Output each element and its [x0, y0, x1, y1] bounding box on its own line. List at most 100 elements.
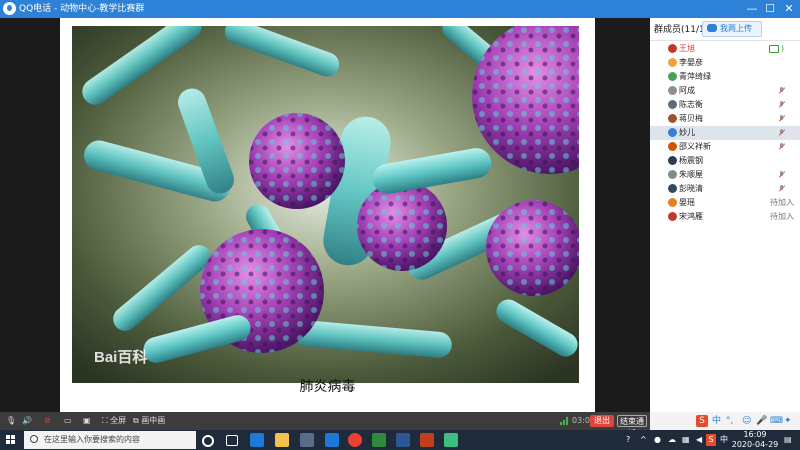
- window-titlebar: QQ电话 - 动物中心-教学比赛群 — ☐ ✕: [0, 0, 800, 18]
- chrome-icon[interactable]: [348, 433, 362, 447]
- ime-mode[interactable]: 中: [712, 415, 721, 427]
- avatar: [668, 114, 677, 123]
- camera-icon: [707, 24, 717, 32]
- member-row[interactable]: 陈志衡: [650, 98, 800, 112]
- tray-app-icon[interactable]: ●: [654, 433, 661, 447]
- ime-voice-icon[interactable]: 🎤: [756, 415, 767, 427]
- member-name: 蒋贝梅: [679, 114, 703, 123]
- taskbar-ime-lang[interactable]: 中: [720, 433, 728, 447]
- close-button[interactable]: ✕: [781, 1, 797, 17]
- exit-button[interactable]: 退出: [590, 415, 614, 427]
- store-icon[interactable]: [300, 433, 314, 447]
- taskbar-clock[interactable]: 16:09 2020-04-29: [730, 430, 780, 450]
- member-name: 妙儿: [679, 128, 695, 137]
- notification-chevron-icon[interactable]: ^: [640, 433, 647, 447]
- signal-icon: [560, 417, 570, 425]
- edge-icon[interactable]: [250, 433, 264, 447]
- ime-emoji[interactable]: ☺: [742, 415, 751, 427]
- ime-toolbar: S 中 °, ☺ 🎤 ⌨ ✦: [650, 412, 800, 430]
- avatar: [668, 58, 677, 67]
- member-row[interactable]: 晏瑶 待加入: [650, 196, 800, 210]
- member-row[interactable]: 邵义祥新: [650, 140, 800, 154]
- pip-label: 画中画: [141, 416, 166, 425]
- taskbar-search-placeholder: 在这里输入你要搜索的内容: [44, 435, 140, 444]
- qq-app-icon[interactable]: [444, 433, 458, 447]
- member-row[interactable]: 王旭): [650, 42, 800, 56]
- excel-icon[interactable]: [372, 433, 386, 447]
- powerpoint-icon[interactable]: [420, 433, 434, 447]
- member-name: 晏瑶: [679, 198, 695, 207]
- video-on-icon: [769, 45, 779, 53]
- taskbar-search-box[interactable]: 在这里输入你要搜索的内容: [24, 431, 196, 449]
- member-row[interactable]: 朱顺屋: [650, 168, 800, 182]
- cloud-icon[interactable]: ☁: [668, 433, 676, 447]
- member-row[interactable]: 李晏彦: [650, 56, 800, 70]
- member-sidebar: 群成员(11/16) 我两上传 王旭) 李晏彦 青萍绮绿阿成陈志衡蒋贝梅妙儿邵义祥新…: [650, 18, 800, 412]
- clock-time: 16:09: [743, 430, 767, 439]
- pip-button[interactable]: ⧉ 画中画: [133, 415, 165, 427]
- member-name: 杨震钢: [679, 156, 703, 165]
- present-icon[interactable]: ▣: [83, 415, 91, 427]
- mic-muted-icon: [778, 143, 785, 151]
- member-name: 陈志衡: [679, 100, 703, 109]
- avatar: [668, 142, 677, 151]
- file-explorer-icon[interactable]: [275, 433, 289, 447]
- network-icon[interactable]: ▦: [682, 433, 690, 447]
- camera-off-icon[interactable]: ⊘: [44, 415, 51, 427]
- fullscreen-button[interactable]: ⛶ 全屏: [102, 415, 126, 427]
- notifications-icon[interactable]: ▤: [784, 433, 792, 447]
- member-row[interactable]: 阿成: [650, 84, 800, 98]
- member-row[interactable]: 宋鸿雁 待加入: [650, 210, 800, 224]
- cortana-icon[interactable]: [202, 435, 214, 447]
- avatar: [668, 212, 677, 221]
- mic-muted-icon: [778, 115, 785, 123]
- slide-caption: 肺炎病毒: [299, 379, 356, 395]
- maximize-button[interactable]: ☐: [762, 1, 778, 17]
- avatar: [668, 156, 677, 165]
- windows-taskbar: 在这里输入你要搜索的内容 ? ^ ● ☁ ▦ ◀ S 中 16:09 2020-…: [0, 430, 800, 450]
- ime-skin-icon[interactable]: ✦: [784, 415, 792, 427]
- word-icon[interactable]: [396, 433, 410, 447]
- member-row[interactable]: 彭晓清: [650, 182, 800, 196]
- mic-muted-icon: [778, 185, 785, 193]
- minimize-button[interactable]: —: [744, 1, 760, 17]
- volume-icon[interactable]: ◀: [696, 433, 702, 447]
- member-row[interactable]: 妙儿: [650, 126, 800, 140]
- mic-muted-icon: [778, 101, 785, 109]
- speaker-icon[interactable]: 🔊: [22, 415, 32, 427]
- member-status: 待加入: [770, 198, 794, 207]
- ie-icon[interactable]: [325, 433, 339, 447]
- microphone-icon[interactable]: 🎙: [6, 415, 16, 427]
- end-call-button[interactable]: 结束通话: [617, 415, 647, 438]
- upload-button[interactable]: 我两上传: [702, 21, 762, 37]
- sogou-tray-icon[interactable]: S: [706, 434, 716, 446]
- fullscreen-label: 全屏: [110, 416, 127, 425]
- avatar: [668, 100, 677, 109]
- screen-share-icon[interactable]: ▭: [64, 415, 72, 427]
- member-row[interactable]: 青萍绮绿: [650, 70, 800, 84]
- speaking-icon: ): [781, 44, 785, 53]
- member-status: 待加入: [770, 212, 794, 221]
- sogou-ime-icon[interactable]: S: [696, 415, 708, 427]
- search-icon: [30, 435, 38, 443]
- qq-call-icon: [3, 2, 16, 15]
- ime-keyboard-icon[interactable]: ⌨: [770, 415, 783, 427]
- ime-punctuation[interactable]: °,: [726, 415, 733, 427]
- member-row[interactable]: 蒋贝梅: [650, 112, 800, 126]
- member-row[interactable]: 杨震钢: [650, 154, 800, 168]
- member-name: 阿成: [679, 86, 695, 95]
- avatar: [668, 198, 677, 207]
- baidu-baike-watermark: Bai百科: [94, 349, 148, 366]
- member-sidebar-header: 群成员(11/16) 我两上传: [650, 18, 800, 41]
- task-view-icon[interactable]: [226, 435, 238, 446]
- avatar: [668, 86, 677, 95]
- member-name: 朱顺屋: [679, 170, 703, 179]
- mic-muted-icon: [778, 87, 785, 95]
- help-icon[interactable]: ?: [626, 433, 630, 447]
- presentation-slide: Bai百科 肺炎病毒: [60, 18, 595, 412]
- member-name: 邵义祥新: [679, 142, 711, 151]
- shared-screen: Bai百科 肺炎病毒: [0, 18, 650, 412]
- mic-muted-icon: [778, 171, 785, 179]
- avatar: [668, 72, 677, 81]
- windows-start-icon[interactable]: [6, 435, 16, 445]
